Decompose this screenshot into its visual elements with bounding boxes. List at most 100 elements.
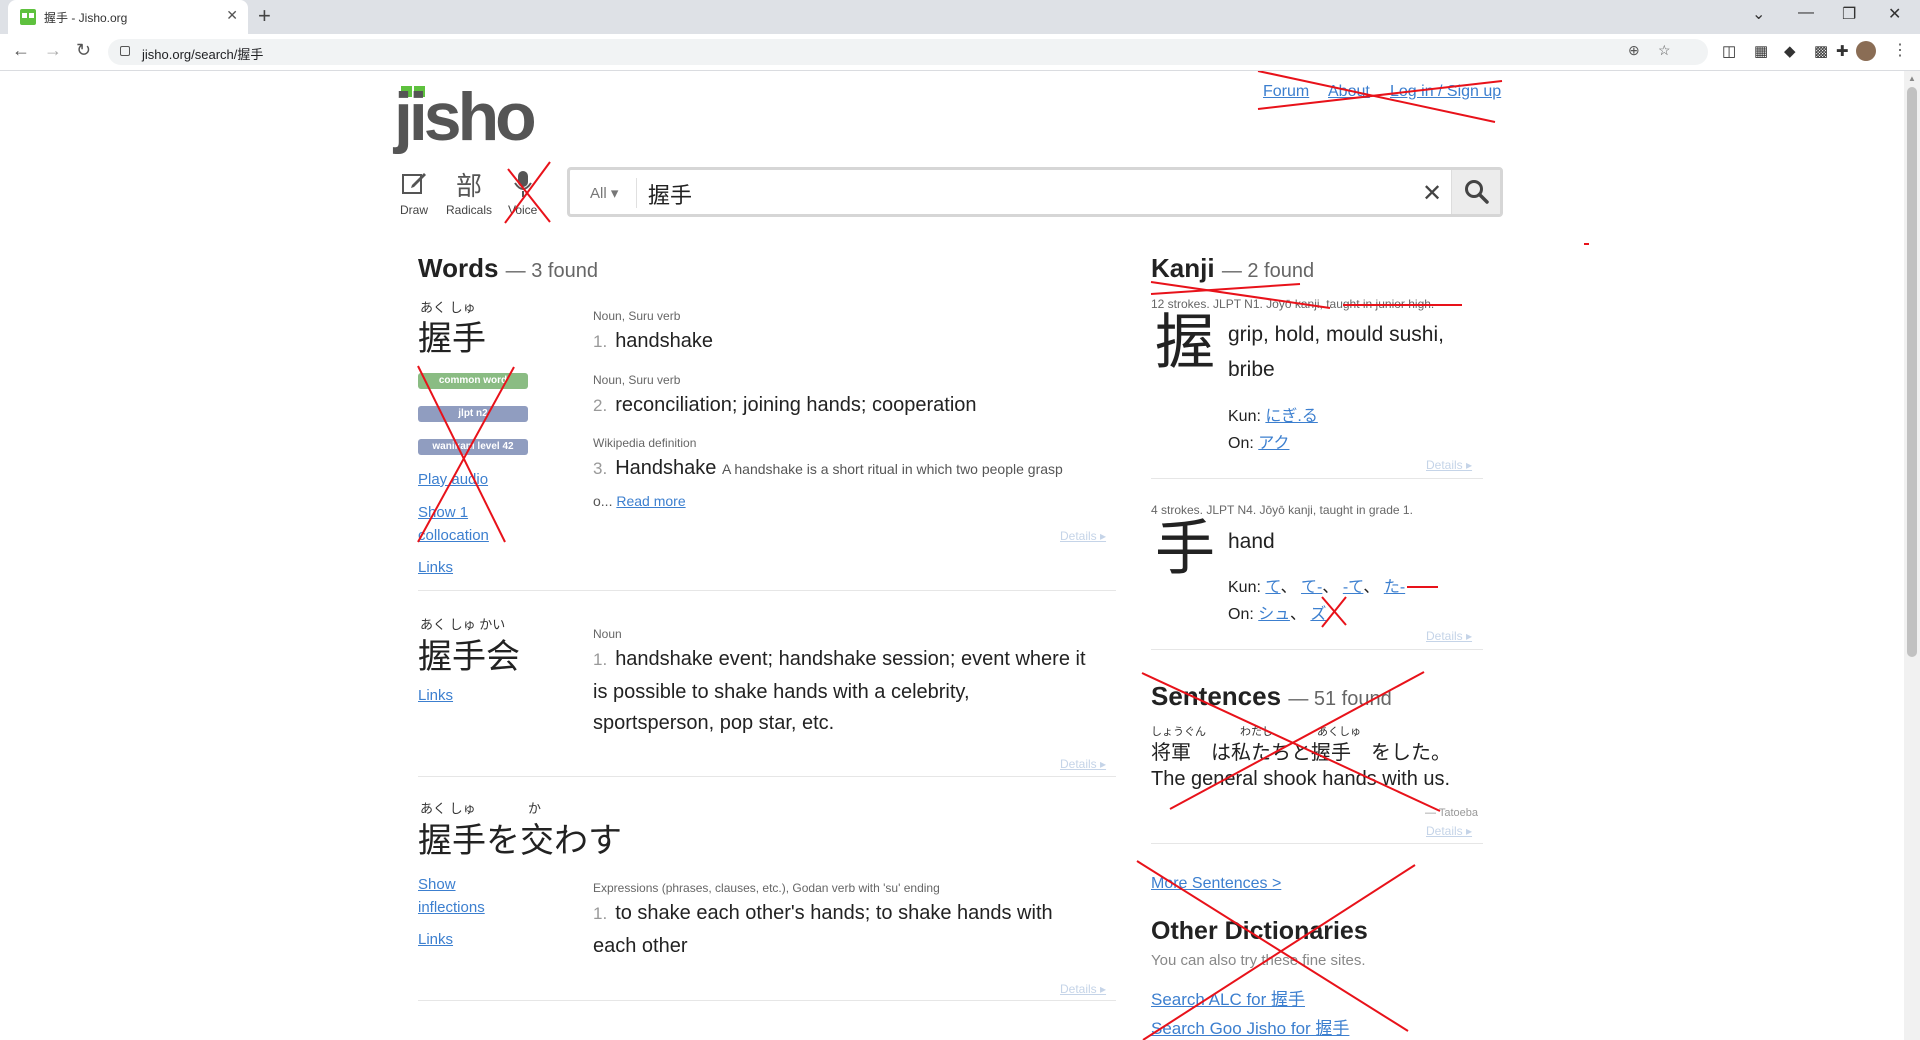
browser-tab[interactable]: 握手 - Jisho.org ✕ <box>8 0 248 34</box>
minimize-icon[interactable]: — <box>1798 4 1814 22</box>
tatoeba-source: — Tatoeba <box>1425 807 1479 819</box>
details-link[interactable]: Details ▸ <box>1426 458 1472 472</box>
radicals-label: Radicals <box>446 203 493 217</box>
kanji-character[interactable]: 手 <box>1155 519 1215 579</box>
show-collocation-link[interactable]: Show 1 <box>418 504 468 521</box>
collocation-link[interactable]: collocation <box>418 527 489 544</box>
close-window-icon[interactable]: ✕ <box>1888 4 1901 24</box>
links-link[interactable]: Links <box>418 931 453 948</box>
new-tab-icon[interactable]: + <box>258 3 271 29</box>
jisho-logo[interactable]: jisho <box>394 83 537 151</box>
show-inflections-link[interactable]: Show <box>418 876 456 893</box>
links-link[interactable]: Links <box>418 687 453 704</box>
meaning-continuation: each other <box>593 935 688 957</box>
reader-icon[interactable]: ▦ <box>1754 42 1768 60</box>
scroll-up-icon[interactable]: ▲ <box>1908 74 1916 83</box>
on-reading: On: シュ、 ズ <box>1228 606 1327 623</box>
meaning: 1. handshake event; handshake session; ev… <box>593 648 1086 670</box>
voice-tool[interactable]: Voice <box>508 169 537 217</box>
kanji-meaning: grip, hold, mould sushi, <box>1228 323 1444 346</box>
play-audio-link[interactable]: Play audio <box>418 471 488 488</box>
zoom-icon[interactable]: ⊕ <box>1628 42 1640 59</box>
lock-icon <box>120 46 130 56</box>
browser-tabbar: 握手 - Jisho.org ✕ + ⌄ — ❐ ✕ <box>0 0 1920 34</box>
on-reading-link[interactable]: アク <box>1258 435 1289 452</box>
kanji-meaning: bribe <box>1228 358 1275 381</box>
profile-avatar[interactable] <box>1856 41 1876 61</box>
divider <box>418 776 1116 777</box>
sentence-english: The general shook hands with us. <box>1151 768 1451 790</box>
tag-wanikani: wanikani level 42 <box>418 439 528 455</box>
search-goo-link[interactable]: Search Goo Jisho for 握手 <box>1151 1014 1349 1039</box>
divider <box>1151 649 1483 650</box>
divider <box>418 1000 1116 1001</box>
extensions-puzzle-icon[interactable]: ✚ <box>1836 42 1849 60</box>
search-alc-link[interactable]: Search ALC for 握手 <box>1151 985 1305 1010</box>
word-main: 握手会 <box>418 638 520 676</box>
scrollbar-thumb[interactable] <box>1907 87 1917 657</box>
restore-icon[interactable]: ❐ <box>1842 4 1856 24</box>
part-of-speech: Expressions (phrases, clauses, etc.), Go… <box>593 881 940 895</box>
kun-reading-link[interactable]: にぎ.る <box>1265 408 1317 425</box>
kanji-heading: Kanji — 2 found <box>1151 253 1315 283</box>
links-link[interactable]: Links <box>418 559 453 576</box>
tab-close-icon[interactable]: ✕ <box>226 7 238 24</box>
inflections-link[interactable]: inflections <box>418 899 485 916</box>
more-sentences-link[interactable]: More Sentences > <box>1151 875 1281 893</box>
forward-icon[interactable]: → <box>44 40 62 61</box>
divider <box>1151 478 1483 479</box>
part-of-speech: Noun <box>593 627 622 641</box>
word-main: 握手を交わす <box>418 822 622 860</box>
details-link[interactable]: Details ▸ <box>1060 757 1106 771</box>
details-link[interactable]: Details ▸ <box>1426 824 1472 838</box>
back-icon[interactable]: ← <box>12 40 30 61</box>
on-reading-link[interactable]: ズ <box>1310 606 1326 623</box>
address-bar[interactable]: jisho.org/search/握手 ⊕ ☆ <box>108 39 1708 65</box>
kun-reading-link[interactable]: た- <box>1384 579 1405 596</box>
details-link[interactable]: Details ▸ <box>1426 629 1472 643</box>
pocket-icon[interactable]: ◫ <box>1722 42 1736 60</box>
bookmark-star-icon[interactable]: ☆ <box>1658 42 1671 59</box>
kanji-character[interactable]: 握 <box>1155 313 1215 373</box>
meaning: 1. to shake each other's hands; to shake … <box>593 902 1053 924</box>
meaning: 2. reconciliation; joining hands; coopera… <box>593 394 977 416</box>
clear-search-icon[interactable]: ✕ <box>1422 179 1442 208</box>
url-text[interactable]: jisho.org/search/握手 <box>142 44 263 63</box>
pencil-icon <box>400 169 428 203</box>
read-more-link[interactable]: Read more <box>616 493 685 509</box>
extension-pin-icon[interactable]: ◆ <box>1784 42 1796 60</box>
tag-common-word: common word <box>418 373 528 389</box>
details-link[interactable]: Details ▸ <box>1060 982 1106 996</box>
page-scrollbar[interactable]: ▲ <box>1904 71 1920 1040</box>
nav-login[interactable]: Log in / Sign up <box>1390 83 1501 101</box>
radicals-tool[interactable]: 部 Radicals <box>446 169 492 217</box>
tag-jlpt: jlpt n2 <box>418 406 528 422</box>
word-main: 握手 <box>418 320 486 358</box>
qr-icon[interactable]: ▩ <box>1814 42 1828 60</box>
kun-reading: Kun: て、 て-、 -て、 た- <box>1228 579 1406 596</box>
part-of-speech: Noun, Suru verb <box>593 309 681 323</box>
other-dictionaries-heading: Other Dictionaries <box>1151 917 1368 945</box>
search-filter-dropdown[interactable]: All ▾ <box>590 184 618 202</box>
nav-forum[interactable]: Forum <box>1263 83 1309 101</box>
on-reading-link[interactable]: シュ <box>1258 606 1290 623</box>
wiki-continuation: o... Read more <box>593 493 686 509</box>
tab-search-icon[interactable]: ⌄ <box>1752 4 1765 24</box>
search-input[interactable]: 握手 <box>648 178 692 210</box>
on-reading: On: アク <box>1228 435 1290 452</box>
voice-label: Voice <box>508 203 538 217</box>
reload-icon[interactable]: ↻ <box>76 40 91 61</box>
search-button[interactable] <box>1451 170 1500 214</box>
jisho-favicon-icon <box>20 9 36 25</box>
kun-reading: Kun: にぎ.る <box>1228 408 1318 425</box>
draw-tool[interactable]: Draw <box>400 169 428 217</box>
nav-about[interactable]: About <box>1328 83 1370 101</box>
kun-reading-link[interactable]: て- <box>1301 579 1322 596</box>
sentence-japanese: 将軍 は私たちと握手 をした。 <box>1151 742 1451 764</box>
radicals-icon: 部 <box>456 171 483 201</box>
kun-reading-link[interactable]: -て <box>1343 579 1364 596</box>
draw-label: Draw <box>400 203 429 217</box>
kun-reading-link[interactable]: て <box>1265 579 1280 596</box>
details-link[interactable]: Details ▸ <box>1060 529 1106 543</box>
chrome-menu-icon[interactable]: ⋮ <box>1892 40 1908 60</box>
